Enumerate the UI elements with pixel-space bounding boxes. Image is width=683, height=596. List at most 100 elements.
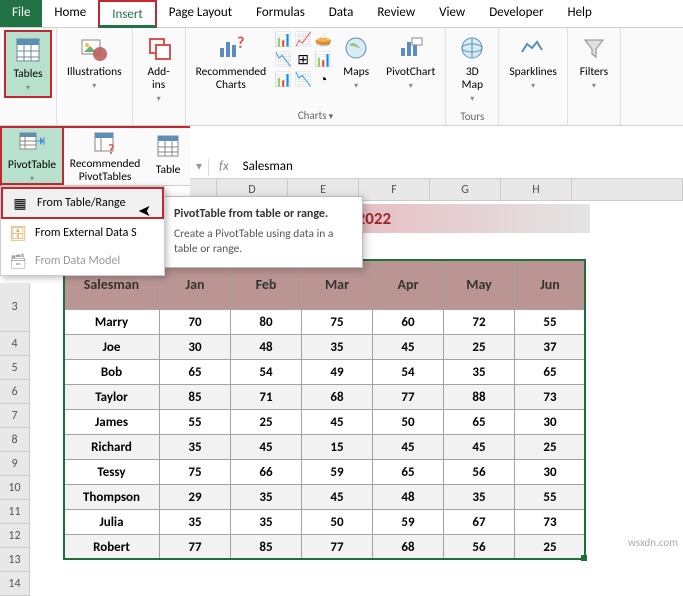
value-cell[interactable]: 48: [231, 335, 302, 360]
value-cell[interactable]: 88: [444, 385, 515, 410]
tab-view[interactable]: View: [427, 0, 477, 27]
value-cell[interactable]: 55: [515, 310, 586, 335]
value-cell[interactable]: 66: [231, 460, 302, 485]
value-cell[interactable]: 45: [444, 435, 515, 460]
tab-review[interactable]: Review: [365, 0, 427, 27]
value-cell[interactable]: 55: [160, 410, 231, 435]
row-head[interactable]: 9: [0, 452, 30, 476]
value-cell[interactable]: 73: [515, 510, 586, 535]
value-cell[interactable]: 35: [302, 335, 373, 360]
value-cell[interactable]: 71: [231, 385, 302, 410]
name-cell[interactable]: Bob: [64, 360, 160, 385]
namebox-dropdown[interactable]: ▾: [190, 159, 208, 174]
value-cell[interactable]: 72: [444, 310, 515, 335]
row-head[interactable]: 13: [0, 548, 30, 572]
recommended-charts-button[interactable]: ? Recommended Charts: [190, 30, 273, 94]
value-cell[interactable]: 49: [302, 360, 373, 385]
value-cell[interactable]: 65: [444, 410, 515, 435]
tab-developer[interactable]: Developer: [477, 0, 555, 27]
value-cell[interactable]: 35: [444, 485, 515, 510]
col-h[interactable]: H: [501, 179, 572, 201]
filters-button[interactable]: Filters: [572, 30, 616, 94]
maps-button[interactable]: Maps: [334, 30, 378, 94]
value-cell[interactable]: 85: [231, 535, 302, 560]
value-cell[interactable]: 56: [444, 535, 515, 560]
value-cell[interactable]: 54: [231, 360, 302, 385]
value-cell[interactable]: 85: [160, 385, 231, 410]
value-cell[interactable]: 54: [373, 360, 444, 385]
value-cell[interactable]: 30: [160, 335, 231, 360]
row-head[interactable]: 10: [0, 476, 30, 500]
value-cell[interactable]: 73: [515, 385, 586, 410]
name-cell[interactable]: Marry: [64, 310, 160, 335]
sparklines-button[interactable]: Sparklines: [503, 30, 563, 94]
tables-button[interactable]: Tables: [4, 30, 52, 98]
value-cell[interactable]: 56: [444, 460, 515, 485]
row-head[interactable]: 14: [0, 572, 30, 596]
value-cell[interactable]: 35: [231, 485, 302, 510]
value-cell[interactable]: 77: [373, 385, 444, 410]
value-cell[interactable]: 35: [231, 510, 302, 535]
name-cell[interactable]: Robert: [64, 535, 160, 560]
col-header[interactable]: Apr: [373, 260, 444, 310]
value-cell[interactable]: 67: [444, 510, 515, 535]
row-head[interactable]: 7: [0, 404, 30, 428]
value-cell[interactable]: 59: [302, 460, 373, 485]
bar-chart-icon[interactable]: 📊: [274, 30, 292, 48]
value-cell[interactable]: 65: [160, 360, 231, 385]
illustrations-button[interactable]: Illustrations: [61, 30, 128, 94]
line-chart-icon[interactable]: 📈: [294, 30, 312, 48]
name-cell[interactable]: James: [64, 410, 160, 435]
value-cell[interactable]: 25: [444, 335, 515, 360]
charts-group-label[interactable]: Charts: [190, 107, 442, 125]
row-head[interactable]: 4: [0, 332, 30, 356]
fx-icon[interactable]: fx: [209, 159, 239, 174]
tab-help[interactable]: Help: [555, 0, 603, 27]
row-head[interactable]: 6: [0, 380, 30, 404]
name-cell[interactable]: Thompson: [64, 485, 160, 510]
value-cell[interactable]: 75: [302, 310, 373, 335]
name-cell[interactable]: Julia: [64, 510, 160, 535]
row-head[interactable]: 11: [0, 500, 30, 524]
hierarchy-chart-icon[interactable]: 📊: [274, 70, 292, 88]
value-cell[interactable]: 45: [302, 410, 373, 435]
tab-home[interactable]: Home: [42, 0, 98, 27]
scatter-chart-icon[interactable]: ⊞: [294, 50, 312, 68]
pivottable-button[interactable]: PivotTable: [0, 126, 64, 185]
value-cell[interactable]: 59: [373, 510, 444, 535]
value-cell[interactable]: 29: [160, 485, 231, 510]
value-cell[interactable]: 68: [302, 385, 373, 410]
name-cell[interactable]: Tessy: [64, 460, 160, 485]
value-cell[interactable]: 50: [302, 510, 373, 535]
col-header[interactable]: Jun: [515, 260, 586, 310]
value-cell[interactable]: 45: [231, 435, 302, 460]
value-cell[interactable]: 30: [515, 410, 586, 435]
value-cell[interactable]: 45: [373, 435, 444, 460]
row-head[interactable]: 5: [0, 356, 30, 380]
combo-chart-icon[interactable]: 📊: [314, 50, 332, 68]
table-button[interactable]: Table: [146, 128, 190, 185]
addins-button[interactable]: Add- ins: [137, 30, 181, 108]
value-cell[interactable]: 65: [373, 460, 444, 485]
recommended-pivottables-button[interactable]: ? Recommended PivotTables: [64, 128, 146, 185]
value-cell[interactable]: 45: [302, 485, 373, 510]
value-cell[interactable]: 55: [515, 485, 586, 510]
value-cell[interactable]: 75: [160, 460, 231, 485]
value-cell[interactable]: 65: [515, 360, 586, 385]
tab-file[interactable]: File: [0, 0, 42, 27]
value-cell[interactable]: 37: [515, 335, 586, 360]
value-cell[interactable]: 70: [160, 310, 231, 335]
value-cell[interactable]: 25: [231, 410, 302, 435]
name-cell[interactable]: Richard: [64, 435, 160, 460]
value-cell[interactable]: 80: [231, 310, 302, 335]
value-cell[interactable]: 35: [160, 510, 231, 535]
name-cell[interactable]: Taylor: [64, 385, 160, 410]
value-cell[interactable]: 60: [373, 310, 444, 335]
value-cell[interactable]: 30: [515, 460, 586, 485]
value-cell[interactable]: 68: [373, 535, 444, 560]
col-g[interactable]: G: [430, 179, 501, 201]
value-cell[interactable]: 15: [302, 435, 373, 460]
tab-insert[interactable]: Insert: [98, 0, 157, 28]
tab-data[interactable]: Data: [317, 0, 366, 27]
menu-from-external[interactable]: 🗄 From External Data S: [1, 219, 164, 247]
